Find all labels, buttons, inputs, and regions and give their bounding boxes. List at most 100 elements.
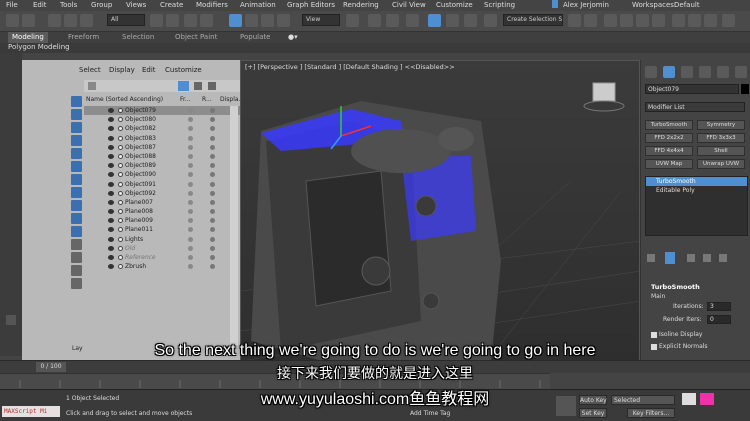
filter-xrefs-icon[interactable]	[71, 187, 82, 198]
se-menu-display[interactable]: Display	[109, 66, 135, 74]
col-name[interactable]: Name (Sorted Ascending)	[86, 96, 163, 103]
ribbon-options-icon[interactable]: ●▾	[288, 33, 298, 41]
visibility-eye-icon[interactable]	[108, 126, 114, 132]
isoline-checkbox[interactable]	[651, 332, 657, 338]
key-filters-button[interactable]: Key Filters...	[627, 408, 675, 418]
user-name[interactable]: Alex Jerjomin	[563, 1, 609, 9]
filter-spacewarps-icon[interactable]	[71, 161, 82, 172]
select-object-icon[interactable]	[150, 14, 163, 27]
menu-civil-view[interactable]: Civil View	[392, 1, 426, 9]
render-toggle-icon[interactable]	[210, 144, 215, 150]
render-toggle-icon[interactable]	[210, 108, 215, 113]
undo-icon[interactable]	[6, 14, 19, 27]
scene-row[interactable]: Plane011	[84, 225, 240, 234]
se-lock-icon[interactable]	[194, 82, 202, 90]
render-production-icon[interactable]	[704, 14, 717, 27]
mirror-icon[interactable]	[568, 14, 581, 27]
rendered-frame-icon[interactable]	[688, 14, 701, 27]
show-end-result-icon[interactable]	[665, 252, 675, 264]
se-filter-icon[interactable]	[88, 82, 96, 90]
menu-modifiers[interactable]: Modifiers	[196, 1, 228, 9]
placement-icon[interactable]	[277, 14, 290, 27]
freeze-toggle-icon[interactable]	[188, 153, 193, 159]
freeze-toggle-icon[interactable]	[188, 190, 193, 196]
render-toggle-icon[interactable]	[210, 153, 215, 159]
scene-row[interactable]: Object083	[84, 134, 240, 143]
render-toggle-icon[interactable]	[210, 199, 215, 205]
freeze-toggle-icon[interactable]	[188, 245, 193, 251]
stack-item-turbosmooth[interactable]: TurboSmooth	[646, 177, 747, 186]
visibility-eye-icon[interactable]	[108, 108, 114, 113]
rotate-icon[interactable]	[245, 14, 258, 27]
layer-explorer-icon[interactable]	[604, 14, 617, 27]
rect-selection-icon[interactable]	[184, 14, 197, 27]
workspace-select[interactable]: Default	[674, 1, 700, 9]
visibility-eye-icon[interactable]	[108, 117, 114, 123]
render-toggle-icon[interactable]	[210, 190, 215, 196]
visibility-eye-icon[interactable]	[108, 172, 114, 178]
scene-row[interactable]: Plane008	[84, 207, 240, 216]
freeze-toggle-icon[interactable]	[188, 135, 193, 141]
visibility-eye-icon[interactable]	[108, 190, 114, 196]
shell-button[interactable]: Shell	[697, 146, 745, 156]
freeze-toggle-icon[interactable]	[188, 181, 193, 187]
remove-modifier-icon[interactable]	[703, 254, 711, 262]
menu-graph-editors[interactable]: Graph Editors	[287, 1, 335, 9]
scene-row[interactable]: Object090	[84, 170, 240, 179]
se-funnel-icon[interactable]	[178, 81, 189, 91]
selection-filter-select[interactable]: All	[107, 14, 145, 26]
filter-geometry-icon[interactable]	[71, 96, 82, 107]
scene-row[interactable]: Object079	[84, 106, 240, 116]
render-toggle-icon[interactable]	[210, 126, 215, 132]
modifier-list-select[interactable]: Modifier List	[645, 102, 745, 112]
freeze-toggle-icon[interactable]	[188, 108, 193, 113]
edit-named-sets-icon[interactable]	[484, 14, 497, 27]
freeze-toggle-icon[interactable]	[188, 172, 193, 178]
align-icon[interactable]	[584, 14, 597, 27]
render-toggle-icon[interactable]	[210, 255, 215, 260]
link-icon[interactable]	[48, 14, 61, 27]
percent-snap-icon[interactable]	[446, 14, 459, 27]
visibility-eye-icon[interactable]	[108, 135, 114, 141]
menu-file[interactable]: File	[6, 1, 18, 9]
render-toggle-icon[interactable]	[210, 236, 215, 242]
reference-coordinate-select[interactable]: View	[302, 14, 340, 26]
scale-icon[interactable]	[261, 14, 274, 27]
filter-groups-icon[interactable]	[71, 174, 82, 185]
motion-tab-icon[interactable]	[699, 66, 711, 78]
uvw-map-button[interactable]: UVW Map	[645, 159, 693, 169]
freeze-toggle-icon[interactable]	[188, 209, 193, 215]
visibility-eye-icon[interactable]	[108, 181, 114, 187]
se-hierarchy-icon[interactable]	[208, 82, 216, 90]
menu-tools[interactable]: Tools	[60, 1, 77, 9]
filter-hidden-icon[interactable]	[71, 239, 82, 250]
tab-populate[interactable]: Populate	[240, 33, 270, 41]
expand-icon[interactable]	[6, 315, 16, 325]
filter-shapes-icon[interactable]	[71, 109, 82, 120]
render-toggle-icon[interactable]	[210, 181, 215, 187]
se-scrollbar[interactable]	[230, 106, 238, 346]
ffd-2x2x2-button[interactable]: FFD 2x2x2	[645, 133, 693, 143]
freeze-toggle-icon[interactable]	[188, 255, 193, 260]
menu-scripting[interactable]: Scripting	[484, 1, 515, 9]
tab-modeling[interactable]: Modeling	[8, 32, 48, 43]
stack-item-editable-poly[interactable]: Editable Poly	[646, 186, 747, 195]
window-crossing-icon[interactable]	[200, 14, 213, 27]
col-render[interactable]: R...	[202, 96, 212, 103]
scene-row[interactable]: Zbrush	[84, 262, 240, 271]
tab-selection[interactable]: Selection	[122, 33, 154, 41]
scene-row[interactable]: Object088	[84, 152, 240, 161]
visibility-eye-icon[interactable]	[108, 144, 114, 150]
set-key-button[interactable]: Set Key	[579, 408, 607, 418]
material-editor-icon[interactable]	[652, 14, 665, 27]
visibility-eye-icon[interactable]	[108, 245, 114, 251]
visibility-eye-icon[interactable]	[108, 236, 114, 242]
display-tab-icon[interactable]	[717, 66, 729, 78]
filter-all-icon[interactable]	[71, 252, 82, 263]
ffd-4x4x4-button[interactable]: FFD 4x4x4	[645, 146, 693, 156]
menu-edit[interactable]: Edit	[33, 1, 47, 9]
make-unique-icon[interactable]	[687, 254, 695, 262]
scene-row[interactable]: Object091	[84, 180, 240, 189]
freeze-toggle-icon[interactable]	[188, 218, 193, 224]
freeze-toggle-icon[interactable]	[188, 117, 193, 123]
